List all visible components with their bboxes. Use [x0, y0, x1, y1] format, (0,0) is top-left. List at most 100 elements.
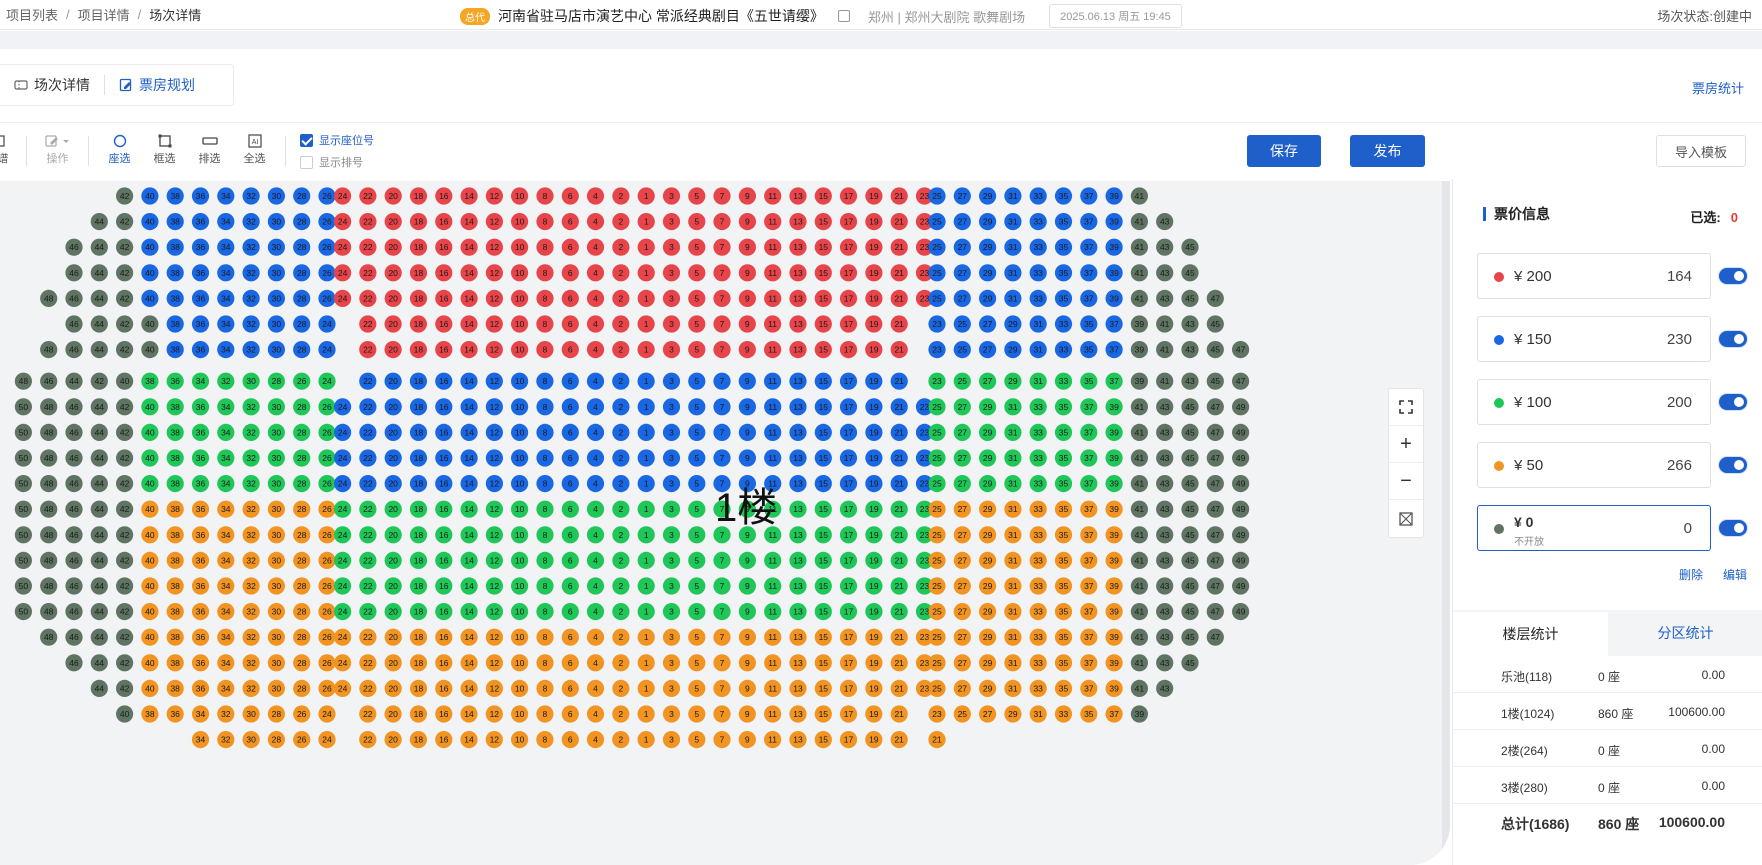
circle-select-icon	[113, 132, 127, 150]
seat-number: 16	[439, 453, 449, 463]
seat-number: 17	[844, 402, 854, 412]
tool-box-select[interactable]: 框选	[142, 132, 187, 166]
zoom-in-icon[interactable]: +	[1389, 426, 1423, 463]
seat-number: 42	[120, 427, 130, 437]
seat-number: 16	[439, 658, 449, 668]
seat-number: 28	[272, 709, 282, 719]
copy-icon[interactable]	[837, 10, 850, 22]
seat-number: 36	[196, 453, 206, 463]
price-toggle-200[interactable]	[1719, 268, 1747, 284]
seat-number: 9	[745, 376, 750, 386]
seat-number: 40	[145, 268, 155, 278]
tab-floor-stats[interactable]: 楼层统计	[1453, 610, 1608, 656]
seat-number: 10	[515, 709, 525, 719]
seat-number: 5	[694, 268, 699, 278]
price-toggle-100[interactable]	[1719, 394, 1747, 410]
seat-number: 5	[694, 581, 699, 591]
seat-number: 24	[338, 658, 348, 668]
tab-zone-stats[interactable]: 分区统计	[1608, 610, 1762, 656]
zoom-out-icon[interactable]: −	[1389, 463, 1423, 500]
delete-price-link[interactable]: 删除	[1679, 566, 1703, 583]
seat-number: 21	[894, 581, 904, 591]
seat-number: 12	[490, 293, 500, 303]
seat-number: 47	[1211, 504, 1221, 514]
seat-number: 46	[69, 268, 79, 278]
breadcrumb-project-detail[interactable]: 项目详情	[78, 5, 130, 24]
seat-number: 19	[869, 479, 879, 489]
box-office-stats-link[interactable]: 票房统计	[1692, 78, 1744, 97]
show-row-number-checkbox[interactable]: 显示排号	[300, 154, 374, 170]
seat-number: 19	[869, 402, 879, 412]
seat-number: 18	[414, 735, 424, 745]
price-item-100[interactable]: ¥ 100 200	[1477, 379, 1711, 425]
seat-number: 38	[170, 345, 180, 355]
seat-number: 32	[221, 709, 231, 719]
seat-number: 14	[464, 242, 474, 252]
seat-number: 28	[297, 402, 307, 412]
seat-number: 32	[246, 683, 256, 693]
seat-number: 2	[618, 319, 623, 329]
seat-number: 36	[196, 479, 206, 489]
fullscreen-icon[interactable]	[1389, 389, 1423, 426]
seat-number: 38	[145, 709, 155, 719]
price-toggle-0[interactable]	[1719, 520, 1747, 536]
tool-partial[interactable]: 谱	[0, 132, 12, 166]
tool-seat-select[interactable]: 座选	[97, 132, 142, 166]
breadcrumb-separator: /	[66, 7, 70, 22]
seat-number: 39	[1109, 217, 1119, 227]
tab-box-office[interactable]: 票房规划	[104, 75, 209, 95]
seat-number: 25	[932, 191, 942, 201]
seat-number: 30	[272, 581, 282, 591]
tool-select-all[interactable]: AI 全选	[232, 132, 277, 166]
seat-number: 33	[1059, 345, 1069, 355]
seat-number: 8	[543, 319, 548, 329]
tool-operate[interactable]: 操作	[35, 132, 80, 166]
seat-number: 24	[338, 504, 348, 514]
tool-row-select[interactable]: 排选	[187, 132, 232, 166]
seat-number: 10	[515, 735, 525, 745]
breadcrumb-project-list[interactable]: 项目列表	[6, 5, 58, 24]
seat-number: 24	[338, 530, 348, 540]
publish-button[interactable]: 发布	[1350, 135, 1425, 167]
seat-number: 16	[439, 683, 449, 693]
price-item-0[interactable]: ¥ 0 不开放 0	[1477, 505, 1711, 551]
seat-number: 9	[745, 632, 750, 642]
seat-map-canvas[interactable]: 42 40 38 36 34 32 30 28 26 44 42 40 38 36 34 32 30 28 26 46…	[0, 181, 1450, 865]
price-label: ¥ 150	[1514, 331, 1552, 348]
seat-number: 3	[669, 632, 674, 642]
price-toggle-50[interactable]	[1719, 457, 1747, 473]
price-toggle-150[interactable]	[1719, 331, 1747, 347]
seat-number: 48	[44, 293, 54, 303]
seat-number: 9	[745, 268, 750, 278]
seat-number: 42	[120, 345, 130, 355]
seat-number: 16	[439, 530, 449, 540]
seat-number: 38	[170, 453, 180, 463]
seat-number: 22	[363, 402, 373, 412]
seat-number: 38	[170, 293, 180, 303]
seat-number: 13	[793, 293, 803, 303]
seat-number: 11	[768, 217, 777, 227]
seat-number: 29	[983, 504, 993, 514]
seat-number: 40	[145, 683, 155, 693]
seat-number: 26	[322, 658, 332, 668]
seat-number: 35	[1059, 607, 1069, 617]
price-item-50[interactable]: ¥ 50 266	[1477, 442, 1711, 488]
seat-number: 23	[920, 191, 930, 201]
fit-view-icon[interactable]	[1389, 500, 1423, 537]
seat-number: 36	[196, 581, 206, 591]
edit-price-link[interactable]: 编辑	[1723, 566, 1747, 583]
seat-number: 28	[272, 376, 282, 386]
seat-number: 32	[246, 555, 256, 565]
seat-number: 45	[1185, 555, 1195, 565]
seat-number: 46	[69, 453, 79, 463]
import-template-button[interactable]: 导入模板	[1656, 135, 1746, 167]
show-seat-number-checkbox[interactable]: 显示座位号	[300, 132, 374, 148]
floor-seats: 0 座	[1598, 781, 1621, 795]
seat-number: 33	[1033, 607, 1043, 617]
save-button[interactable]: 保存	[1247, 135, 1321, 167]
selected-number: 0	[1730, 210, 1738, 225]
tab-session-detail[interactable]: 场次详情	[0, 75, 104, 95]
price-item-200[interactable]: ¥ 200 164	[1477, 253, 1711, 299]
price-item-150[interactable]: ¥ 150 230	[1477, 316, 1711, 362]
seat-number: 14	[464, 735, 474, 745]
